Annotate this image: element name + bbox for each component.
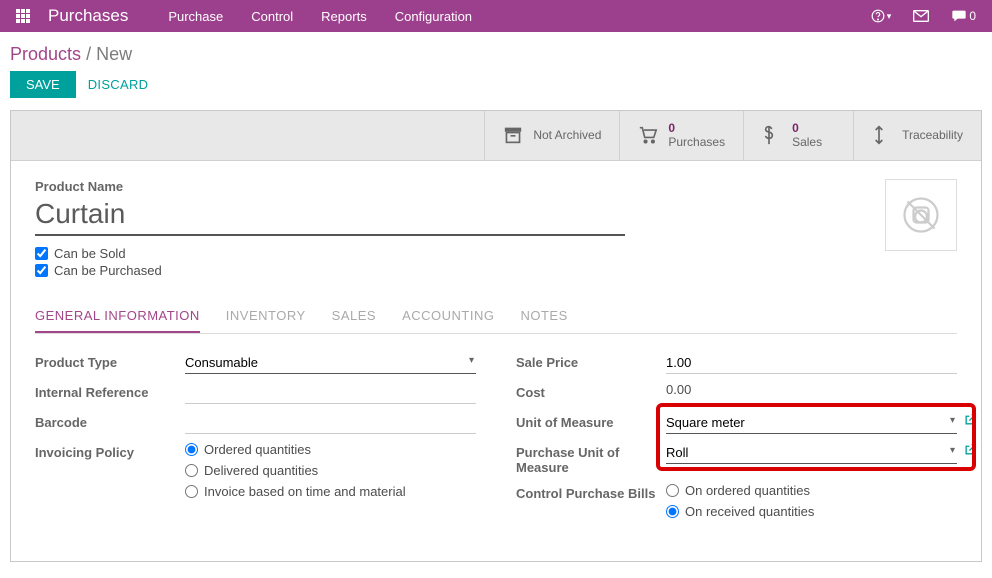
stat-button-box: Not Archived 0 Purchases 0 Sales	[11, 111, 981, 161]
cost-label: Cost	[516, 382, 666, 400]
puom-external-link-icon[interactable]	[964, 443, 977, 456]
breadcrumb-root[interactable]: Products	[10, 44, 81, 64]
stat-archived[interactable]: Not Archived	[484, 111, 619, 160]
apps-icon[interactable]	[16, 9, 30, 23]
uom-external-link-icon[interactable]	[964, 413, 977, 426]
archive-icon	[503, 126, 523, 144]
stat-purchases-val: 0	[668, 121, 725, 135]
stat-sales-val: 0	[792, 121, 822, 135]
menu-reports[interactable]: Reports	[321, 9, 367, 24]
ctrl-received[interactable]: On received quantities	[666, 504, 957, 519]
save-button[interactable]: SAVE	[10, 71, 76, 98]
right-column: Sale Price Cost 0.00 Unit of Measure	[516, 352, 957, 533]
tab-inventory[interactable]: INVENTORY	[226, 300, 306, 333]
breadcrumb: Products / New	[0, 32, 992, 71]
puom-label: Purchase Unit of Measure	[516, 442, 666, 475]
can-be-purchased-check[interactable]: Can be Purchased	[35, 263, 957, 278]
ctrl-bills-label: Control Purchase Bills	[516, 483, 666, 501]
tabs: GENERAL INFORMATION INVENTORY SALES ACCO…	[35, 300, 957, 334]
app-brand[interactable]: Purchases	[48, 6, 128, 26]
barcode-label: Barcode	[35, 412, 185, 430]
messages-count: 0	[969, 9, 976, 23]
can-be-sold-checkbox[interactable]	[35, 247, 48, 260]
stat-sales[interactable]: 0 Sales	[743, 111, 853, 160]
ctrl-ordered[interactable]: On ordered quantities	[666, 483, 957, 498]
product-image-placeholder[interactable]	[885, 179, 957, 251]
help-icon[interactable]: ▾	[871, 9, 892, 23]
sale-price-input[interactable]	[666, 352, 957, 374]
uom-select[interactable]	[666, 412, 957, 434]
product-name-label: Product Name	[35, 179, 957, 194]
invoicing-policy-label: Invoicing Policy	[35, 442, 185, 460]
stat-purchases[interactable]: 0 Purchases	[619, 111, 743, 160]
stat-trace-label: Traceability	[902, 128, 963, 142]
left-column: Product Type Internal Reference Barcode	[35, 352, 476, 533]
menu-control[interactable]: Control	[251, 9, 293, 24]
inv-delivered[interactable]: Delivered quantities	[185, 463, 476, 478]
stat-traceability[interactable]: Traceability	[853, 111, 981, 160]
navbar: Purchases Purchase Control Reports Confi…	[0, 0, 992, 32]
product-type-label: Product Type	[35, 352, 185, 370]
stat-purchases-label: Purchases	[668, 135, 725, 149]
mail-icon[interactable]	[913, 10, 929, 22]
conversations-icon[interactable]: 0	[951, 9, 976, 23]
menu-configuration[interactable]: Configuration	[395, 9, 472, 24]
tab-accounting[interactable]: ACCOUNTING	[402, 300, 494, 333]
breadcrumb-current: New	[96, 44, 132, 64]
navbar-right: ▾ 0	[871, 9, 976, 23]
top-menu: Purchase Control Reports Configuration	[168, 9, 472, 24]
internal-ref-label: Internal Reference	[35, 382, 185, 400]
stat-sales-label: Sales	[792, 135, 822, 149]
action-bar: SAVE DISCARD	[0, 71, 992, 110]
barcode-input[interactable]	[185, 412, 476, 434]
menu-purchase[interactable]: Purchase	[168, 9, 223, 24]
product-name-input[interactable]	[35, 194, 625, 236]
uom-label: Unit of Measure	[516, 412, 666, 430]
product-type-select[interactable]	[185, 352, 476, 374]
sale-price-label: Sale Price	[516, 352, 666, 370]
cart-icon	[638, 126, 658, 144]
inv-ordered[interactable]: Ordered quantities	[185, 442, 476, 457]
stat-archived-label: Not Archived	[533, 128, 601, 142]
puom-select[interactable]	[666, 442, 957, 464]
tab-notes[interactable]: NOTES	[520, 300, 567, 333]
can-be-sold-check[interactable]: Can be Sold	[35, 246, 957, 261]
inv-time-material[interactable]: Invoice based on time and material	[185, 484, 476, 499]
tab-general-information[interactable]: GENERAL INFORMATION	[35, 300, 200, 333]
dollar-icon	[762, 125, 782, 145]
sheet-body: Product Name Can be Sold Can be Purchase…	[11, 161, 981, 561]
breadcrumb-sep: /	[86, 44, 96, 64]
tab-sales[interactable]: SALES	[332, 300, 376, 333]
arrows-vertical-icon	[872, 125, 892, 145]
form-sheet: Not Archived 0 Purchases 0 Sales	[10, 110, 982, 562]
can-be-purchased-checkbox[interactable]	[35, 264, 48, 277]
internal-ref-input[interactable]	[185, 382, 476, 404]
discard-button[interactable]: DISCARD	[88, 77, 149, 92]
cost-value: 0.00	[666, 382, 691, 397]
